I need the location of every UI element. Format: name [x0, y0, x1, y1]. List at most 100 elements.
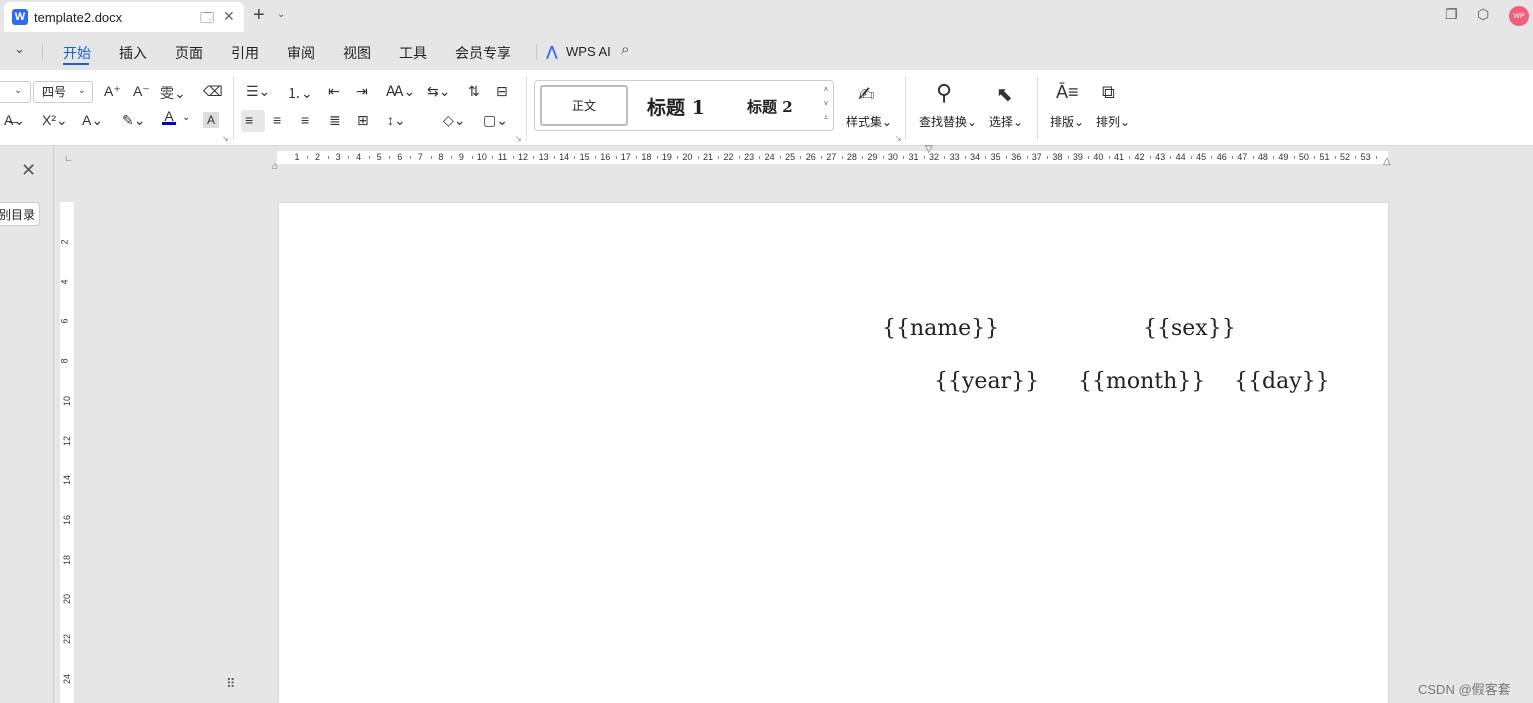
menu-tab-page[interactable]: 页面 — [175, 43, 203, 63]
ruler-tick — [923, 156, 925, 159]
field-name[interactable]: {{name}} — [882, 316, 999, 341]
menu-tab-tools[interactable]: 工具 — [399, 43, 427, 63]
paragraph-dialog-launcher-icon[interactable]: ↘ — [515, 134, 522, 143]
ruler-number: 18 — [641, 152, 652, 162]
bullet-list-icon[interactable]: ☰⌄ — [246, 83, 270, 100]
layout-icon[interactable]: Ᾱ≡ — [1056, 82, 1079, 103]
drag-handle-icon[interactable]: ⠿ — [226, 676, 236, 692]
cube-icon[interactable]: ⬡ — [1477, 6, 1489, 23]
ruler-number: 27 — [826, 152, 837, 162]
menu-divider-ai — [536, 44, 537, 60]
window-restore-icon[interactable]: ❐ — [1445, 6, 1458, 23]
wps-ai-button[interactable]: WPS AI — [566, 44, 611, 59]
text-direction-icon[interactable]: Ꜳ⌄ — [386, 83, 415, 100]
distribute-icon[interactable]: ⊞ — [357, 112, 369, 129]
ruler-tick — [841, 156, 843, 159]
layout-button[interactable]: 排版⌄ — [1050, 113, 1084, 130]
close-pane-icon[interactable]: ✕ — [21, 160, 36, 181]
ruler-tick — [656, 156, 658, 159]
style-set-icon[interactable]: ✍ — [858, 82, 875, 107]
menu-tab-view[interactable]: 视图 — [343, 43, 371, 63]
style-set-button[interactable]: 样式集⌄ — [846, 113, 892, 130]
select-button[interactable]: 选择⌄ — [989, 113, 1023, 130]
highlight-icon[interactable]: ✎⌄ — [122, 112, 145, 129]
ruler-tick — [779, 156, 781, 159]
line-spacing-icon[interactable]: ↕⌄ — [387, 112, 406, 129]
left-indent-marker-icon[interactable]: ⌂ — [272, 161, 278, 172]
style-heading-2[interactable]: 标题 2 — [747, 96, 793, 117]
collapse-menu-chevron-icon[interactable]: ⌄ — [14, 41, 25, 57]
tab-list-chevron-icon[interactable]: ⌄ — [277, 9, 285, 20]
wps-ai-icon[interactable]: ⋀ — [546, 43, 558, 60]
menu-tab-home[interactable]: 开始 — [63, 43, 91, 63]
font-dialog-launcher-icon[interactable]: ↘ — [222, 134, 229, 143]
toc-button[interactable]: 别目录 — [0, 202, 40, 226]
document-tab[interactable]: W template2.docx 🗔 ✕ — [4, 2, 244, 32]
increase-indent-icon[interactable]: ⇥ — [356, 83, 368, 100]
field-year[interactable]: {{year}} — [934, 369, 1039, 394]
font-color-chevron-icon[interactable]: ⌄ — [182, 112, 190, 123]
borders-icon[interactable]: ▢⌄ — [483, 112, 508, 129]
superscript-icon[interactable]: X²⌄ — [42, 112, 68, 129]
select-cursor-icon[interactable]: ⬉ — [996, 82, 1013, 107]
document-page[interactable]: {{name}} {{sex}} {{year}} {{month}} {{da… — [279, 203, 1388, 703]
field-month[interactable]: {{month}} — [1078, 369, 1205, 394]
show-marks-icon[interactable]: ⊟ — [496, 83, 508, 100]
arrange-icon[interactable]: ⧉ — [1102, 82, 1115, 103]
find-replace-icon[interactable]: ⚲ — [936, 80, 952, 106]
scroll-up-icon[interactable]: ˄ — [821, 83, 831, 97]
ruler-number: 19 — [661, 152, 672, 162]
expand-gallery-icon[interactable]: ⩡ — [821, 111, 831, 125]
font-color-icon[interactable]: A — [162, 109, 176, 125]
shrink-font-icon[interactable]: A⁻ — [133, 83, 150, 100]
vertical-ruler[interactable]: 2 4 6 8 10 12 14 16 18 20 22 24 — [60, 202, 74, 703]
menu-tab-member[interactable]: 会员专享 — [455, 43, 511, 63]
style-normal[interactable]: 正文 — [540, 85, 628, 126]
clear-format-icon[interactable]: ⌫ — [203, 83, 223, 100]
search-icon[interactable]: ⌕ — [621, 41, 629, 58]
close-tab-icon[interactable]: ✕ — [223, 8, 235, 25]
sort-icon[interactable]: ⇅ — [468, 83, 480, 100]
style-heading-1[interactable]: 标题 1 — [647, 93, 705, 120]
find-replace-button[interactable]: 查找替换⌄ — [919, 113, 977, 130]
strikethrough-icon[interactable]: A̶⌄ — [4, 112, 25, 129]
tab-stop-selector-icon[interactable]: ∟ — [64, 153, 73, 163]
font-size-select[interactable]: 四号 ⌄ — [33, 81, 93, 103]
text-effect-icon[interactable]: A⌄ — [82, 112, 103, 129]
ruler-number: 4 — [59, 279, 70, 285]
font-name-select[interactable]: ⌄ — [0, 81, 31, 103]
menu-tab-insert[interactable]: 插入 — [119, 43, 147, 63]
float-window-icon[interactable]: 🗔 — [200, 9, 214, 31]
scroll-down-icon[interactable]: ˅ — [821, 97, 831, 111]
align-right-icon[interactable]: ≡ — [301, 112, 309, 128]
phonetic-guide-icon[interactable]: 雯⌄ — [160, 83, 186, 103]
ruler-tick — [553, 156, 555, 159]
field-sex[interactable]: {{sex}} — [1143, 316, 1236, 341]
right-indent-marker-icon[interactable]: △ — [1383, 156, 1391, 167]
first-line-indent-marker-icon[interactable]: ▽ — [925, 144, 933, 155]
avatar[interactable]: WP — [1509, 6, 1529, 26]
gallery-scroll[interactable]: ˄ ˅ ⩡ — [821, 83, 831, 125]
decrease-indent-icon[interactable]: ⇤ — [328, 83, 340, 100]
ruler-tick — [1067, 156, 1069, 159]
line-break-icon[interactable]: ⇆⌄ — [427, 83, 450, 100]
align-center-icon[interactable]: ≡ — [273, 112, 281, 128]
char-shading-icon[interactable]: A — [203, 112, 219, 128]
align-left-icon[interactable]: ≡ — [245, 112, 253, 128]
styles-dialog-launcher-icon[interactable]: ↘ — [895, 134, 902, 143]
numbered-list-icon[interactable]: ⒈⌄ — [287, 83, 313, 103]
navigation-pane: ✕ 别目录 — [0, 146, 54, 703]
paragraph-shading-icon[interactable]: ◇⌄ — [443, 112, 466, 129]
justify-icon[interactable]: ≣ — [329, 112, 341, 129]
new-tab-icon[interactable]: + — [253, 4, 265, 27]
ruler-number: 44 — [1175, 152, 1186, 162]
ruler-number: 15 — [579, 152, 590, 162]
ruler-tick — [1334, 156, 1336, 159]
menu-tab-review[interactable]: 审阅 — [287, 43, 315, 63]
menu-tab-reference[interactable]: 引用 — [231, 43, 259, 63]
field-day[interactable]: {{day}} — [1234, 369, 1330, 394]
arrange-button[interactable]: 排列⌄ — [1096, 113, 1130, 130]
active-tab-indicator — [63, 63, 89, 65]
grow-font-icon[interactable]: A⁺ — [104, 83, 121, 100]
horizontal-ruler[interactable]: 1 2 3 4 5 6 7 8 9 10 11 12 13 14 15 16 17 18 19 20 21 22 23 24 2… — [277, 151, 1388, 164]
